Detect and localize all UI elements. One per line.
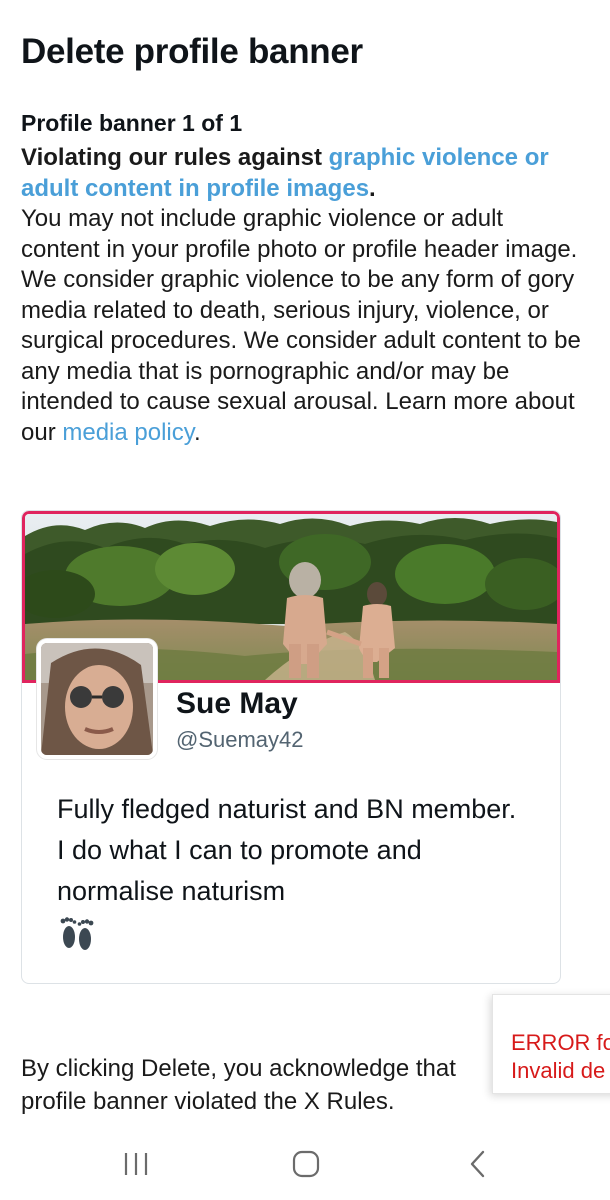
error-toast[interactable]: ERROR fo Invalid de — [492, 994, 610, 1094]
avatar — [37, 639, 157, 759]
error-toast-line2: Invalid de — [511, 1058, 606, 1083]
profile-preview-card: Sue May @Suemay42 Fully fledged naturist… — [21, 510, 561, 984]
display-name: Sue May — [176, 687, 298, 720]
profile-bio: Fully fledged naturist and BN member. I … — [57, 794, 517, 906]
recent-apps-icon[interactable] — [114, 1142, 158, 1186]
home-icon[interactable] — [284, 1142, 328, 1186]
media-policy-link[interactable]: media policy — [62, 419, 194, 446]
user-handle: @Suemay42 — [176, 727, 304, 752]
delete-banner-screen: Delete profile banner Profile banner 1 o… — [0, 0, 610, 1200]
footprints-icon — [57, 915, 97, 951]
violation-explanation: Violating our rules against graphic viol… — [21, 143, 581, 448]
page-title: Delete profile banner — [21, 32, 363, 71]
back-icon[interactable] — [456, 1142, 500, 1186]
error-toast-line1: ERROR fo — [511, 1030, 610, 1055]
description-end: . — [193, 418, 201, 446]
violation-description: You may not include graphic violence or … — [21, 205, 581, 446]
acknowledgement-text: By clicking Delete, you acknowledge that… — [21, 1055, 456, 1115]
banner-counter: Profile banner 1 of 1 — [21, 110, 243, 136]
violation-lead: Violating our rules against — [21, 144, 329, 171]
violation-lead-end: . — [369, 174, 376, 202]
system-navigation-bar — [0, 1130, 610, 1200]
